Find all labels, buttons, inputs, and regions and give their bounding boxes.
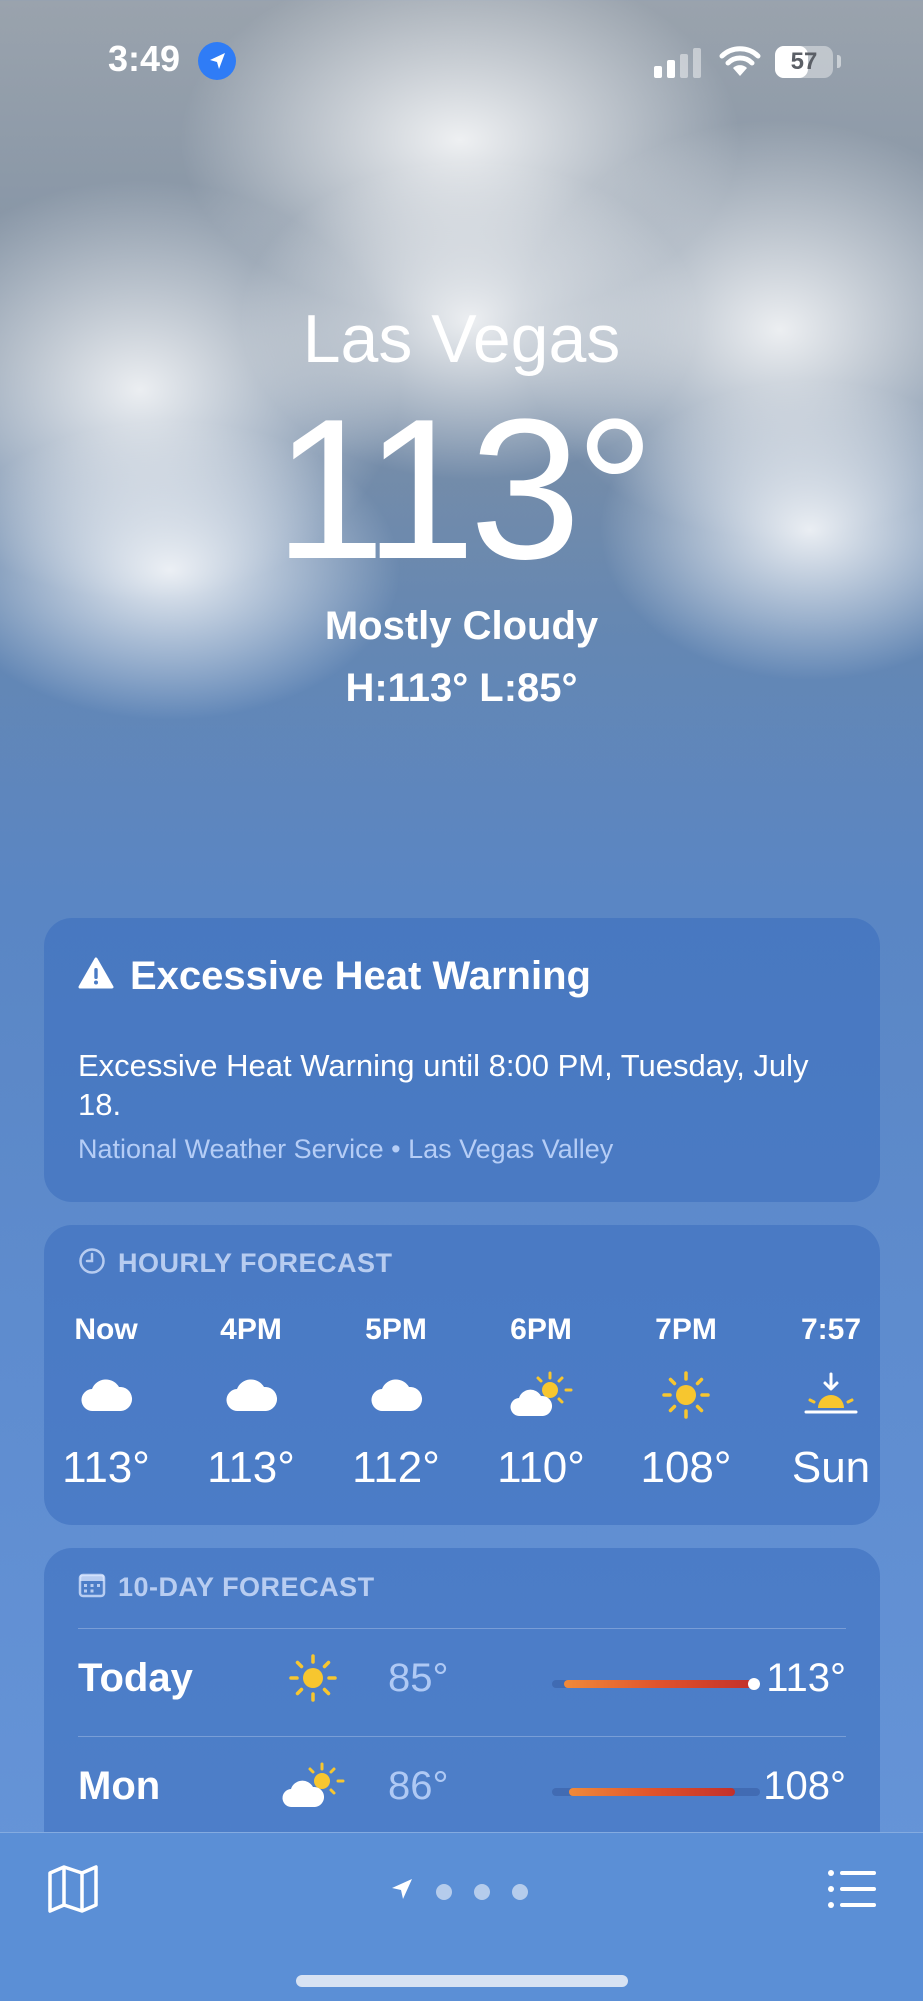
current-temperature: 113° (274, 378, 655, 601)
hourly-label: HOURLY FORECAST (118, 1248, 393, 1278)
hour-label: 6PM (510, 1313, 572, 1346)
day-name: Today (78, 1656, 193, 1700)
hour-label: 4PM (220, 1313, 282, 1346)
page-indicator[interactable] (390, 1877, 528, 1906)
cloud-icon (321, 1355, 471, 1435)
hour-temperature: Sun (791, 1443, 871, 1492)
battery-level: 57 (790, 48, 818, 75)
calendar-icon (78, 1572, 106, 1603)
map-icon[interactable] (44, 1861, 102, 1917)
clock-icon (78, 1247, 106, 1280)
hour-label: 7PM (655, 1313, 717, 1346)
hourly-item: 5PM 112° (321, 1305, 471, 1493)
hour-label: 5PM (365, 1313, 427, 1346)
daily-row[interactable]: Today 85° 113° (78, 1628, 846, 1736)
daily-row[interactable]: Mon 86° 108° (78, 1736, 846, 1844)
hour-temperature: 112° (352, 1443, 440, 1492)
hour-temperature: 110° (497, 1443, 585, 1492)
location-arrow-icon (198, 42, 236, 80)
warning-icon (78, 954, 114, 999)
city-name: Las Vegas (302, 301, 621, 377)
status-time: 3:49 (108, 38, 181, 79)
partly-sunny-icon (466, 1355, 616, 1435)
hourly-item: 7PM 108° (611, 1305, 761, 1493)
hourly-item: Now 113° (44, 1305, 181, 1493)
hour-label: 7:57 (800, 1313, 862, 1346)
warning-body: Excessive Heat Warning until 8:00 PM, Tu… (78, 1048, 809, 1122)
current-temp-dot (747, 1678, 760, 1690)
temperature-range-bar (552, 1678, 760, 1690)
hourly-item: 6PM 110° (466, 1305, 616, 1493)
page-dot[interactable] (512, 1883, 528, 1900)
high-low: H:113° L:85° (345, 666, 578, 710)
hour-temperature: 108° (640, 1443, 732, 1492)
battery-tip (837, 55, 841, 68)
sunset-icon (756, 1355, 880, 1435)
partly-sunny-icon (278, 1756, 348, 1816)
temperature-range-bar (552, 1788, 760, 1796)
wifi-icon (718, 44, 762, 83)
hour-temperature: 113° (207, 1443, 295, 1492)
cloud-icon (44, 1355, 181, 1435)
ten-day-label: 10-DAY FORECAST (118, 1572, 375, 1602)
sun-icon (278, 1648, 348, 1708)
sun-icon (611, 1355, 761, 1435)
temperature-range-fill (568, 1788, 736, 1796)
warning-title: Excessive Heat Warning (130, 954, 591, 998)
hourly-item: 7:57 Sun (756, 1305, 880, 1493)
day-low: 85° (388, 1656, 449, 1700)
hourly-forecast-card[interactable]: HOURLY FORECAST Now 113° 4PM 113° 5PM 112° 6PM… (44, 1225, 880, 1525)
heat-warning-card[interactable]: Excessive Heat Warning Excessive Heat Wa… (44, 918, 880, 1202)
temperature-range-fill (564, 1680, 754, 1688)
status-bar: 3:49 57 (0, 0, 923, 120)
battery-icon: 57 (775, 46, 833, 78)
day-name: Mon (78, 1764, 161, 1808)
home-indicator (296, 1975, 628, 1987)
page-dot[interactable] (436, 1883, 452, 1900)
cloud-icon (176, 1355, 326, 1435)
day-high: 113° (766, 1656, 846, 1700)
day-high: 108° (763, 1764, 846, 1808)
bottom-toolbar (0, 1832, 923, 2001)
cellular-signal-icon (654, 48, 701, 78)
current-condition: Mostly Cloudy (324, 604, 599, 648)
hour-temperature: 113° (62, 1443, 150, 1492)
current-location-arrow-icon (390, 1877, 414, 1906)
location-list-icon[interactable] (826, 1863, 878, 1915)
page-dot[interactable] (474, 1883, 490, 1900)
hourly-item: 4PM 113° (176, 1305, 326, 1493)
hour-label: Now (74, 1313, 138, 1346)
warning-source: National Weather Service • Las Vegas Val… (78, 1134, 614, 1164)
day-low: 86° (388, 1764, 449, 1808)
